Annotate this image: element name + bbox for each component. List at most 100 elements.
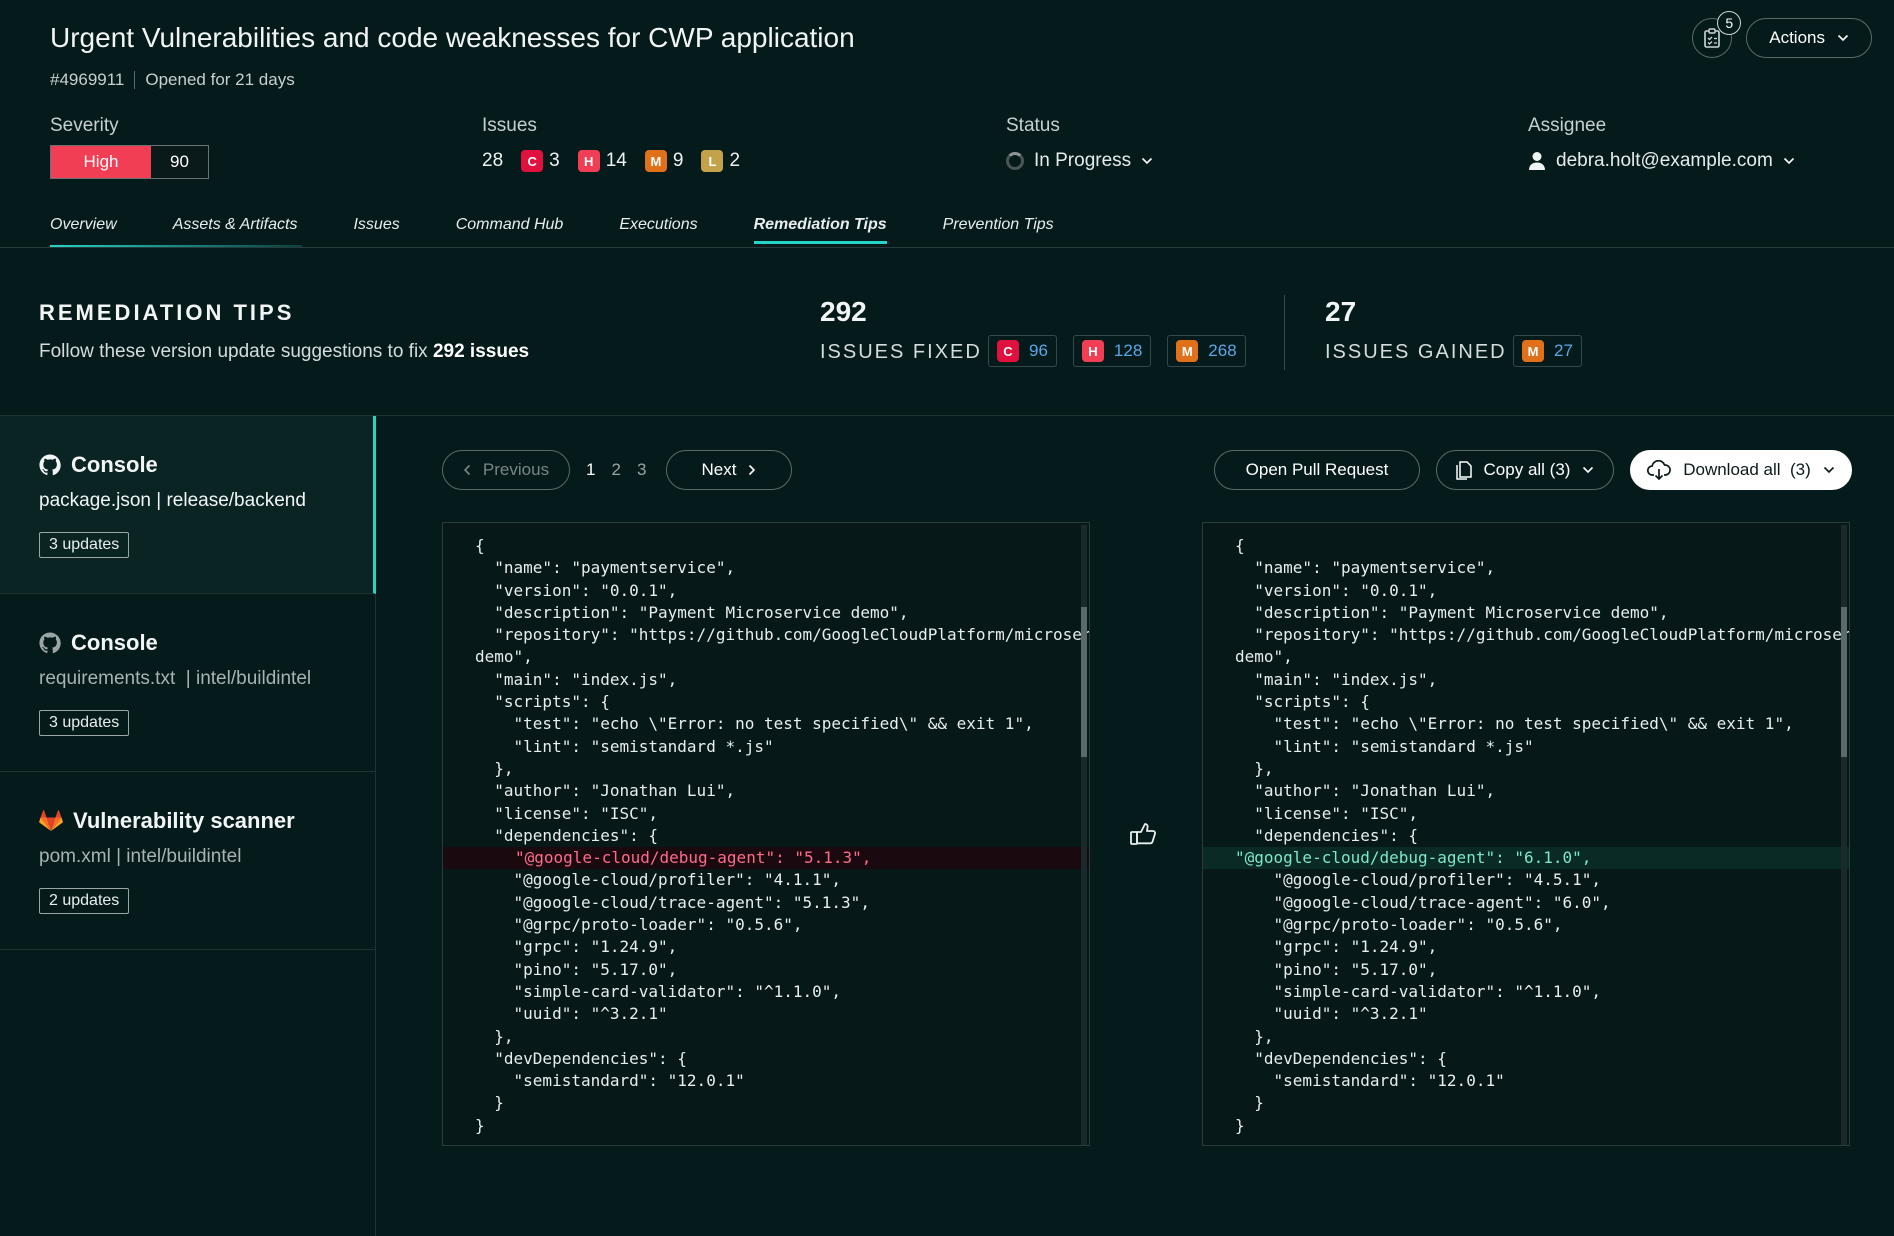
issue-id: #4969911 [50, 70, 125, 89]
assignee-label: Assignee [1528, 115, 1607, 136]
repo-item-vulnerability-scanner[interactable]: Vulnerability scanner pom.xml | intel/bu… [0, 772, 376, 950]
code-panel-updated[interactable]: { "name": "paymentservice", "version": "… [1202, 522, 1850, 1146]
page-3[interactable]: 3 [637, 460, 646, 480]
code-line: "name": "paymentservice", [1235, 558, 1496, 578]
page-1[interactable]: 1 [586, 460, 595, 480]
repo-title: Console [39, 630, 158, 656]
fixed-high: H 128 [1072, 335, 1152, 367]
next-label: Next [701, 460, 737, 479]
issues-fixed-breakdown: C 96 H 128 M 268 [988, 335, 1246, 367]
code-line: }, [475, 758, 514, 778]
code-line: "author": "Jonathan Lui", [475, 781, 736, 801]
medium-chip: M [644, 150, 667, 172]
scrollbar-thumb[interactable] [1081, 607, 1087, 757]
repo-path: package.json | release/backend [39, 490, 306, 511]
code-line: "@grpc/proto-loader": "0.5.6", [475, 915, 803, 935]
code-line: "@google-cloud/trace-agent": "6.0", [1235, 892, 1611, 912]
code-line: { [475, 536, 485, 555]
code-line: "scripts": { [475, 692, 610, 712]
assignee-value: debra.holt@example.com [1556, 150, 1773, 171]
code-line: }, [475, 1026, 514, 1046]
code-line: }, [1235, 758, 1274, 778]
changed-code-line: "@google-cloud/debug-agent": "6.1.0", [1203, 847, 1849, 870]
code-line: "simple-card-validator": "^1.1.0", [1235, 981, 1602, 1001]
actions-dropdown-button[interactable]: Actions [1746, 18, 1872, 58]
header-divider [0, 247, 1894, 248]
clipboard-button[interactable]: 5 [1692, 11, 1742, 58]
repo-title: Console [39, 452, 158, 478]
download-all-button[interactable]: Download all (3) [1630, 450, 1852, 490]
scrollbar-thumb[interactable] [1841, 607, 1847, 757]
page-2[interactable]: 2 [611, 460, 620, 480]
code-line: "main": "index.js", [475, 669, 678, 689]
code-line: } [1235, 1115, 1245, 1135]
medium-chip: M [1176, 340, 1199, 362]
code-line: "dependencies": { [475, 825, 659, 845]
code-line: "lint": "semistandard *.js" [475, 736, 774, 756]
issue-meta: #4969911 Opened for 21 days [50, 70, 295, 90]
code-line: "devDependencies": { [1235, 1048, 1447, 1068]
code-line: "semistandard": "12.0.1" [1235, 1071, 1505, 1091]
severity-label: Severity [50, 115, 119, 136]
status-dropdown[interactable]: In Progress [1006, 150, 1153, 172]
severity-indicator: High 90 [50, 145, 209, 179]
repository-list: Console package.json | release/backend 3… [0, 416, 376, 1236]
gitlab-icon [39, 810, 63, 831]
issues-label: Issues [482, 115, 537, 136]
previous-button[interactable]: Previous [442, 450, 570, 490]
assignee-dropdown[interactable]: debra.holt@example.com [1528, 150, 1795, 172]
copy-all-button[interactable]: Copy all (3) [1436, 450, 1614, 490]
next-button[interactable]: Next [666, 450, 792, 490]
repo-path: pom.xml | intel/buildintel [39, 846, 242, 867]
open-pr-label: Open Pull Request [1245, 460, 1389, 479]
repo-path: requirements.txt | intel/buildintel [39, 668, 312, 689]
tab-issues[interactable]: Issues [353, 216, 399, 244]
high-count: 14 [605, 150, 627, 171]
status-value: In Progress [1034, 150, 1132, 171]
code-line: "author": "Jonathan Lui", [1235, 781, 1496, 801]
opened-duration: Opened for 21 days [145, 70, 295, 89]
code-line: "description": "Payment Microservice dem… [1235, 602, 1669, 622]
repo-item-console-backend[interactable]: Console package.json | release/backend 3… [0, 416, 376, 594]
tab-remediation-tips[interactable]: Remediation Tips [753, 216, 887, 244]
critical-chip: C [997, 340, 1019, 362]
code-line: demo", [1235, 647, 1293, 667]
changed-code-line: "@google-cloud/debug-agent": "5.1.3", [443, 847, 1089, 870]
code-line: "test": "echo \"Error: no test specified… [475, 714, 1034, 734]
user-icon [1529, 152, 1545, 170]
code-line: "uuid": "^3.2.1" [475, 1004, 668, 1024]
fixed-medium: M 268 [1167, 335, 1246, 367]
open-pull-request-button[interactable]: Open Pull Request [1214, 450, 1420, 490]
fixed-critical: C 96 [988, 335, 1057, 367]
code-line: "main": "index.js", [1235, 669, 1438, 689]
high-chip: H [577, 150, 600, 172]
issues-summary: 28 C3 H 14 M9 L2 [482, 150, 740, 172]
repo-item-console-buildintel[interactable]: Console requirements.txt | intel/buildin… [0, 594, 376, 772]
cloud-download-icon [1647, 460, 1672, 480]
chevron-down-icon [1583, 466, 1594, 474]
actions-label: Actions [1769, 28, 1825, 47]
code-line: "pino": "5.17.0", [475, 959, 678, 979]
code-line: "repository": "https://github.com/Google… [1235, 625, 1850, 645]
clipboard-icon [1704, 28, 1721, 48]
tab-overview[interactable]: Overview [50, 216, 117, 244]
critical-count: 3 [549, 150, 560, 171]
tab-prevention-tips[interactable]: Prevention Tips [943, 216, 1054, 244]
medium-chip: M [1522, 340, 1544, 362]
code-line: "@google-cloud/trace-agent": "5.1.3", [475, 892, 870, 912]
tab-executions[interactable]: Executions [619, 216, 697, 244]
updates-badge: 3 updates [39, 710, 130, 736]
thumbs-up-icon[interactable] [1128, 820, 1158, 853]
issues-total: 28 [482, 150, 504, 171]
repo-name: Vulnerability scanner [73, 808, 295, 833]
code-line: "semistandard": "12.0.1" [475, 1071, 745, 1091]
tab-bar: Overview Assets & Artifacts Issues Comma… [50, 216, 1054, 244]
gained-medium-count: 27 [1554, 341, 1573, 360]
tab-command-hub[interactable]: Command Hub [456, 216, 564, 244]
code-line: "repository": "https://github.com/Google… [475, 625, 1090, 645]
tab-assets-artifacts[interactable]: Assets & Artifacts [173, 216, 298, 244]
code-panel-original[interactable]: { "name": "paymentservice", "version": "… [442, 522, 1090, 1146]
low-chip: L [701, 150, 724, 172]
repo-name: Console [71, 452, 158, 477]
code-line: "pino": "5.17.0", [1235, 959, 1438, 979]
